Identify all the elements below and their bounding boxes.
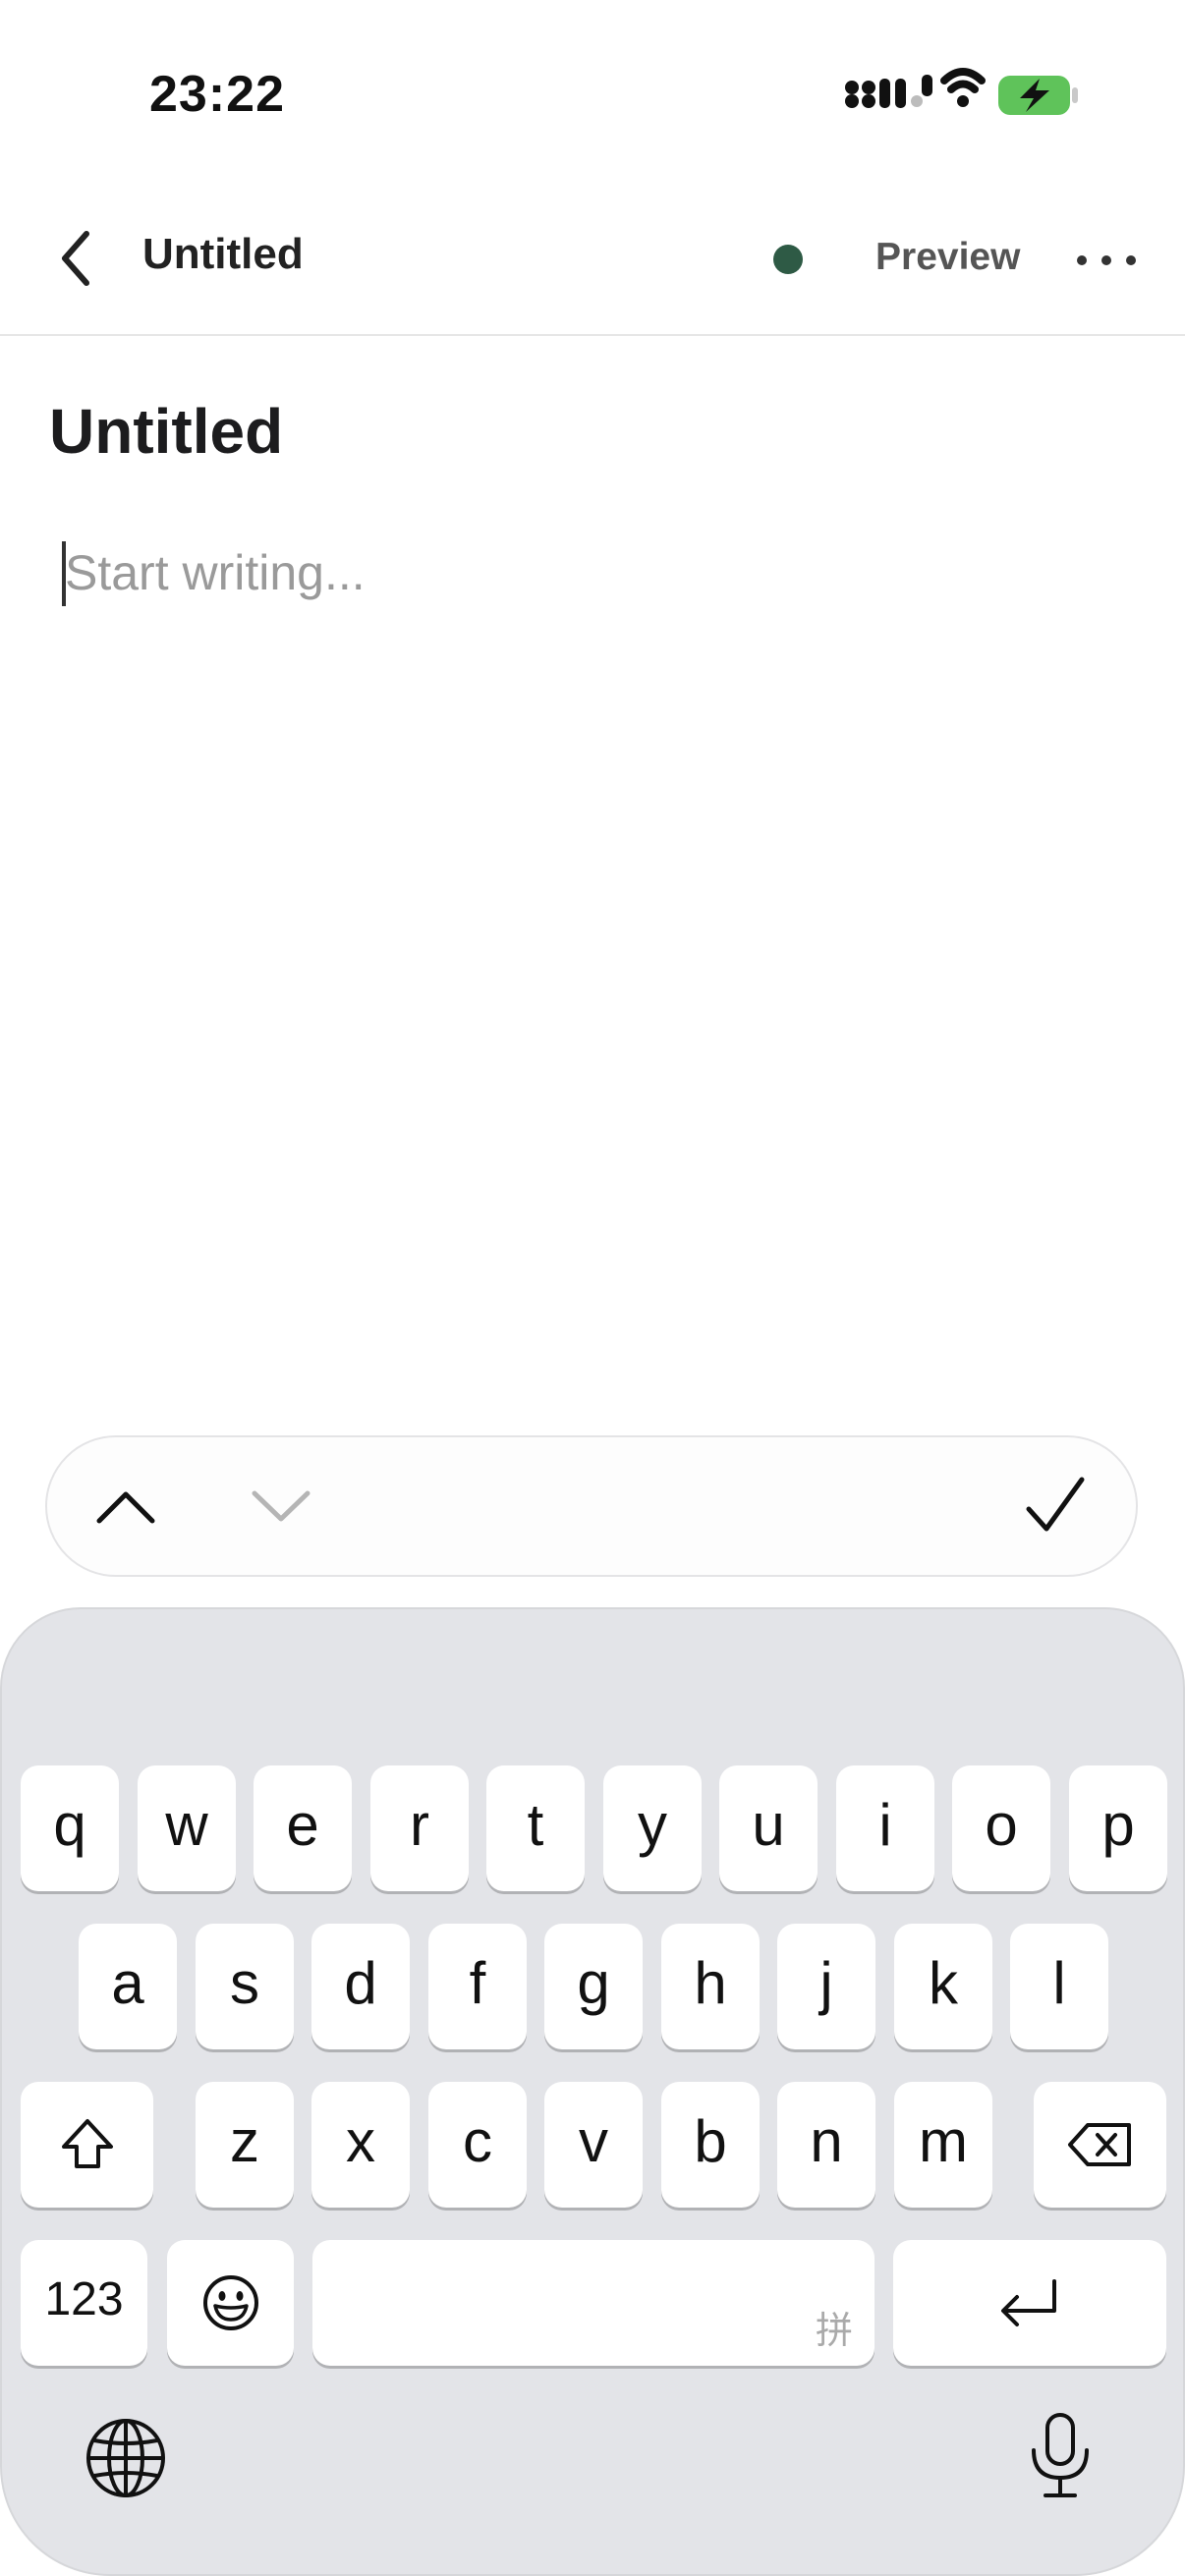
key-o[interactable]: o [952,1765,1050,1891]
key-d[interactable]: d [311,1924,410,2049]
key-s[interactable]: s [196,1924,294,2049]
battery-charging-icon [998,76,1078,115]
key-w[interactable]: w [138,1765,236,1891]
keyboard: q w e r t y u i o p a s d f g h j k l z … [0,1607,1185,2576]
more-horizontal-icon [1077,255,1136,265]
wifi-icon [940,68,986,107]
chevron-down-icon [252,1490,310,1522]
key-n[interactable]: n [777,2082,875,2208]
key-f[interactable]: f [428,1924,527,2049]
status-icons [845,68,1078,115]
key-r[interactable]: r [370,1765,469,1891]
more-button[interactable] [1071,236,1150,285]
nav-title: Untitled [142,230,304,278]
space-key-hint: 拼 [815,2311,853,2352]
key-t[interactable]: t [486,1765,585,1891]
key-v[interactable]: v [544,2082,643,2208]
preview-button[interactable]: Preview [875,236,1020,279]
emoji-key[interactable] [167,2240,294,2366]
microphone-icon[interactable] [1026,2411,1095,2501]
sync-status-dot [773,245,803,274]
key-g[interactable]: g [544,1924,643,2049]
key-e[interactable]: e [254,1765,352,1891]
globe-icon[interactable] [85,2417,167,2499]
back-button[interactable] [49,224,108,293]
key-q[interactable]: q [21,1765,119,1891]
key-c[interactable]: c [428,2082,527,2208]
chevron-left-icon [62,231,89,286]
key-h[interactable]: h [661,1924,760,2049]
chevron-up-icon [96,1491,155,1524]
checkmark-icon [1026,1477,1085,1532]
signal-icon [845,75,932,108]
key-u[interactable]: u [719,1765,818,1891]
key-x[interactable]: x [311,2082,410,2208]
body-editor[interactable]: Start writing... [65,544,366,601]
delete-backward-icon [1067,2123,1131,2166]
emoji-icon [202,2275,258,2330]
key-l[interactable]: l [1010,1924,1108,2049]
document-title-field[interactable]: Untitled [49,395,283,468]
key-i[interactable]: i [836,1765,934,1891]
return-key[interactable] [893,2240,1166,2366]
delete-key[interactable] [1034,2082,1166,2208]
status-time: 23:22 [149,66,285,123]
shift-icon [61,2119,113,2168]
return-icon [1001,2279,1056,2326]
key-a[interactable]: a [79,1924,177,2049]
nav-divider [0,334,1185,336]
key-k[interactable]: k [894,1924,992,2049]
space-key[interactable]: 拼 [312,2240,875,2366]
keyboard-accessory-bar [45,1435,1138,1577]
key-m[interactable]: m [894,2082,992,2208]
key-z[interactable]: z [196,2082,294,2208]
done-button[interactable] [996,1437,1114,1575]
key-b[interactable]: b [661,2082,760,2208]
key-j[interactable]: j [777,1924,875,2049]
shift-key[interactable] [21,2082,153,2208]
numbers-key[interactable]: 123 [21,2240,147,2366]
previous-field-button[interactable] [67,1437,185,1575]
key-y[interactable]: y [603,1765,702,1891]
key-p[interactable]: p [1069,1765,1167,1891]
next-field-button[interactable] [222,1437,340,1575]
